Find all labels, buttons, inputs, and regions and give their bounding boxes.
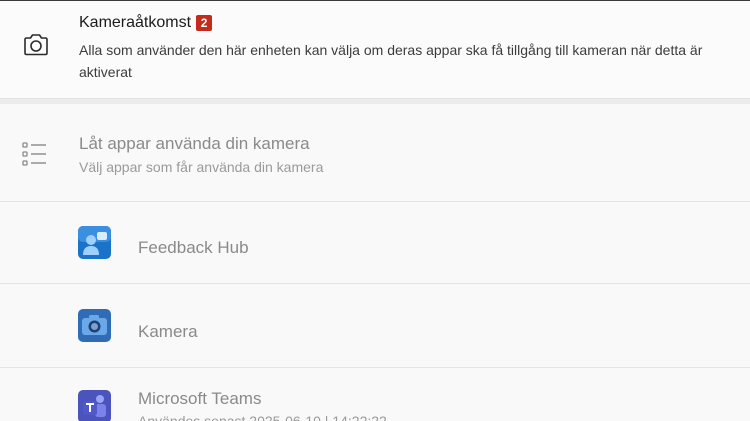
app-name-kamera: Kamera	[138, 322, 198, 341]
app-name-feedback-hub: Feedback Hub	[138, 238, 249, 257]
camera-access-title: Kameraåtkomst	[79, 14, 192, 31]
camera-icon	[20, 29, 52, 61]
camera-access-card[interactable]: Kameraåtkomst 2 Alla som använder den hä…	[0, 0, 750, 99]
teams-icon	[78, 390, 111, 421]
feedback-hub-icon	[78, 226, 111, 259]
step-badge: 2	[196, 15, 213, 31]
app-access-subtitle: Välj appar som får använda din kamera	[79, 159, 324, 175]
app-access-title: Låt appar använda din kamera	[79, 134, 310, 153]
app-permissions-list: Låt appar använda din kamera Välj appar …	[0, 104, 750, 421]
camera-access-title-row: Kameraåtkomst 2	[79, 14, 213, 32]
app-row-microsoft-teams[interactable]: Microsoft Teams Användes senast 2025-06-…	[0, 368, 750, 421]
app-row-feedback-hub[interactable]: Feedback Hub	[0, 202, 750, 284]
app-name-microsoft-teams: Microsoft Teams	[138, 389, 262, 408]
camera-access-description: Alla som använder den här enheten kan vä…	[79, 42, 703, 80]
app-access-header[interactable]: Låt appar använda din kamera Välj appar …	[0, 104, 750, 202]
app-row-kamera[interactable]: Kamera	[0, 284, 750, 368]
app-last-used-microsoft-teams: Användes senast 2025-06-10 | 14:22:22	[138, 413, 387, 421]
camera-app-icon	[78, 309, 111, 342]
list-icon	[22, 141, 48, 167]
camera-settings-page: Kameraåtkomst 2 Alla som använder den hä…	[0, 0, 750, 421]
